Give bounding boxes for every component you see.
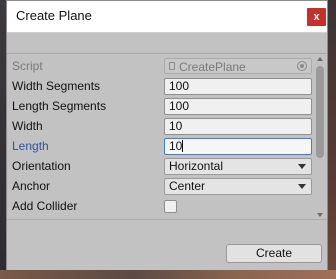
- add-collider-row: Add Collider: [7, 196, 313, 216]
- vertical-scrollbar[interactable]: [314, 54, 327, 220]
- width-label: Width: [12, 119, 43, 133]
- anchor-label: Anchor: [12, 179, 51, 193]
- script-label: Script: [12, 59, 43, 73]
- scroll-up-arrow-icon[interactable]: [317, 57, 323, 61]
- orientation-row: Orientation Horizontal: [7, 156, 313, 176]
- script-file-icon: [169, 62, 175, 70]
- text-caret: [182, 140, 184, 152]
- length-segments-input[interactable]: 100: [164, 98, 312, 115]
- scroll-down-arrow-icon[interactable]: [317, 213, 323, 217]
- length-value: 10: [169, 139, 183, 153]
- chevron-down-icon: [298, 164, 306, 169]
- add-collider-label: Add Collider: [12, 199, 78, 213]
- title-bar[interactable]: Create Plane x: [7, 1, 327, 33]
- toolbar-strip: [7, 33, 327, 53]
- inspector-panel: Script CreatePlane Width Segments 100 Le…: [7, 53, 327, 220]
- add-collider-checkbox[interactable]: [164, 200, 177, 213]
- chevron-down-icon: [298, 184, 306, 189]
- width-row: Width 10: [7, 116, 313, 136]
- width-segments-label: Width Segments: [12, 79, 101, 93]
- anchor-dropdown[interactable]: Center: [164, 178, 312, 195]
- width-input[interactable]: 10: [164, 118, 312, 135]
- script-object-field[interactable]: CreatePlane: [164, 58, 312, 74]
- close-button[interactable]: x: [307, 8, 326, 26]
- length-row: Length 10: [7, 136, 313, 156]
- script-row: Script CreatePlane: [7, 56, 313, 76]
- anchor-value: Center: [169, 179, 206, 193]
- orientation-dropdown[interactable]: Horizontal: [164, 158, 312, 175]
- create-plane-window: Create Plane x Script CreatePlane Width …: [6, 0, 328, 270]
- width-segments-row: Width Segments 100: [7, 76, 313, 96]
- window-title: Create Plane: [16, 8, 92, 23]
- orientation-label: Orientation: [12, 159, 71, 173]
- anchor-row: Anchor Center: [7, 176, 313, 196]
- create-button[interactable]: Create: [226, 244, 322, 263]
- orientation-value: Horizontal: [169, 159, 224, 173]
- length-segments-label: Length Segments: [12, 99, 107, 113]
- dialog-footer: Create: [7, 219, 327, 270]
- object-picker-icon[interactable]: [297, 61, 307, 71]
- background-bottom: [0, 270, 336, 279]
- width-segments-input[interactable]: 100: [164, 78, 312, 95]
- length-segments-row: Length Segments 100: [7, 96, 313, 116]
- length-input[interactable]: 10: [164, 138, 312, 155]
- length-label: Length: [12, 139, 49, 153]
- scrollbar-thumb[interactable]: [316, 66, 324, 158]
- background-right: [328, 0, 336, 279]
- script-value: CreatePlane: [179, 60, 246, 74]
